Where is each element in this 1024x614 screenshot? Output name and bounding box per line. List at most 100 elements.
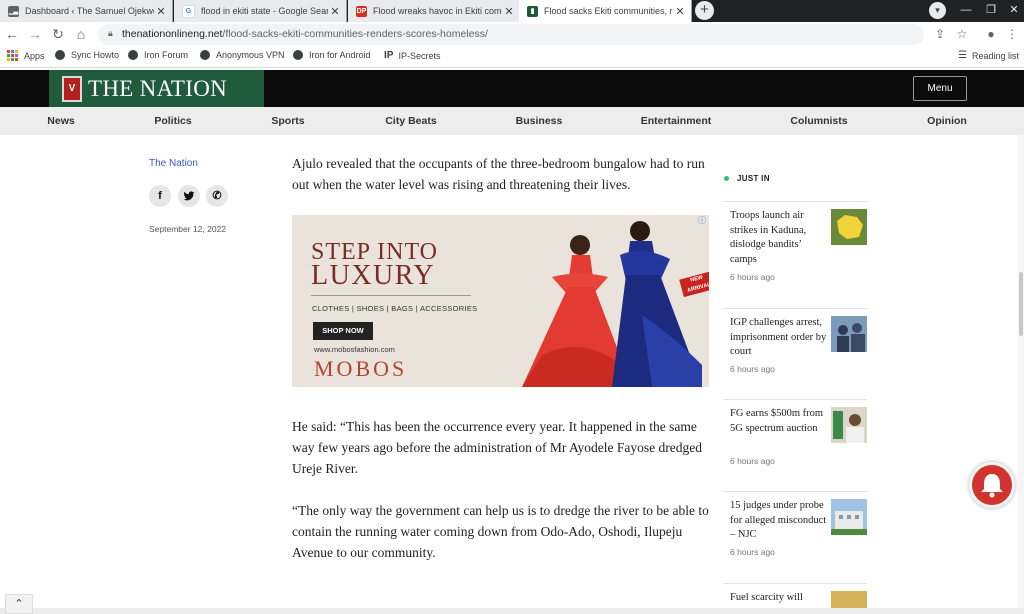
reading-list-icon: ☰	[958, 50, 967, 61]
ad-divider	[311, 295, 471, 296]
police-photo-thumbnail[interactable]	[831, 316, 867, 352]
restore-icon[interactable]: ❐	[980, 0, 1002, 22]
bottom-bar	[0, 608, 1024, 614]
tab-title: Flood wreaks havoc in Ekiti comm	[373, 6, 502, 16]
reading-list-label: Reading list	[971, 50, 1019, 61]
close-tab-icon[interactable]: ✕	[154, 5, 168, 18]
browser-tab-strip: ▁▃ Dashboard ‹ The Samuel Ojekwe ✕ G flo…	[0, 0, 1024, 22]
sidebar-news-title[interactable]: IGP challenges arrest, imprisonment orde…	[730, 316, 828, 360]
url-domain: thenationonlineng.net	[122, 28, 223, 40]
browser-tab[interactable]: DP Flood wreaks havoc in Ekiti comm ✕	[348, 0, 521, 22]
close-tab-icon[interactable]: ✕	[328, 5, 342, 18]
sidebar-news-time: 6 hours ago	[730, 547, 775, 557]
site-logo[interactable]: V THE NATION	[49, 70, 264, 107]
lock-icon: 🔒︎	[108, 28, 113, 38]
scroll-up-chevron-icon[interactable]: ⌃	[5, 594, 33, 614]
map-thumbnail[interactable]	[831, 209, 867, 245]
globe-icon	[128, 50, 138, 60]
page-scrollbar[interactable]	[1018, 135, 1024, 614]
nav-business[interactable]: Business	[516, 115, 563, 127]
shop-now-button[interactable]: SHOP NOW	[313, 322, 373, 340]
logo-text: THE NATION	[88, 75, 228, 101]
tab-search-icon[interactable]: ▾	[929, 2, 946, 19]
sidebar-news-title[interactable]: Troops launch air strikes in Kaduna, dis…	[730, 209, 828, 267]
building-photo-thumbnail[interactable]	[831, 499, 867, 535]
models-illustration	[522, 221, 702, 387]
forward-icon[interactable]: →	[26, 25, 44, 43]
browser-menu-icon[interactable]: ⋮	[1003, 25, 1021, 43]
scrollbar-thumb[interactable]	[1019, 272, 1023, 336]
minimize-icon[interactable]: —	[955, 0, 977, 22]
home-icon[interactable]: ⌂	[72, 25, 90, 43]
bookmark-label: Anonymous VPN	[216, 50, 285, 60]
globe-icon	[293, 50, 303, 60]
tab-title: Flood sacks Ekiti communities, re	[544, 6, 673, 16]
fuel-photo-thumbnail[interactable]	[831, 591, 867, 608]
browser-toolbar: ← → ↻ ⌂ 🔒︎ thenationonlineng.net/flood-s…	[0, 22, 1024, 47]
fashion-advertisement[interactable]: STEP INTO LUXURY CLOTHES | SHOES | BAGS …	[292, 215, 709, 387]
dashboard-favicon-icon: ▁▃	[8, 5, 19, 17]
back-icon[interactable]: ←	[3, 25, 21, 43]
reading-list-button[interactable]: ☰ Reading list	[958, 50, 1019, 61]
browser-tab[interactable]: G flood in ekiti state - Google Sear ✕	[174, 0, 347, 22]
nav-entertainment[interactable]: Entertainment	[641, 115, 712, 127]
browser-tab[interactable]: ▁▃ Dashboard ‹ The Samuel Ojekwe ✕	[0, 0, 173, 22]
bookmark-star-icon[interactable]: ☆	[953, 25, 971, 43]
google-favicon-icon: G	[182, 4, 195, 18]
close-tab-icon[interactable]: ✕	[502, 5, 516, 18]
nav-columnists[interactable]: Columnists	[790, 115, 847, 127]
nav-opinion[interactable]: Opinion	[927, 115, 967, 127]
bookmark-iron-forum[interactable]: Iron Forum	[128, 50, 188, 60]
bookmark-apps[interactable]: Apps	[7, 50, 45, 61]
profile-avatar-icon[interactable]: ●	[982, 25, 1000, 43]
sidebar-divider	[723, 399, 867, 400]
bookmark-label: Sync Howto	[71, 50, 120, 60]
official-photo-thumbnail[interactable]	[831, 407, 867, 443]
close-tab-icon[interactable]: ✕	[673, 5, 687, 18]
whatsapp-icon[interactable]: ✆	[206, 185, 228, 207]
close-window-icon[interactable]: ✕	[1003, 0, 1024, 22]
address-bar[interactable]: 🔒︎ thenationonlineng.net/flood-sacks-eki…	[98, 24, 924, 45]
nav-sports[interactable]: Sports	[271, 115, 304, 127]
ad-headline-2: LUXURY	[311, 260, 436, 291]
nav-politics[interactable]: Politics	[154, 115, 191, 127]
globe-icon	[200, 50, 210, 60]
article-paragraph: He said: “This has been the occurrence e…	[292, 419, 703, 476]
ad-website: www.mobosfashion.com	[314, 345, 395, 354]
bookmark-anonymous-vpn[interactable]: Anonymous VPN	[200, 50, 285, 60]
sidebar-news-time: 6 hours ago	[730, 364, 775, 374]
facebook-icon[interactable]: f	[149, 185, 171, 207]
new-tab-icon[interactable]: +	[695, 1, 714, 20]
browser-tab-active[interactable]: ▮ Flood sacks Ekiti communities, re ✕	[519, 0, 692, 22]
url-text[interactable]: thenationonlineng.net/flood-sacks-ekiti-…	[122, 28, 488, 40]
bookmark-label: IP-Secrets	[398, 50, 441, 61]
dailypost-favicon-icon: DP	[356, 5, 367, 17]
twitter-icon[interactable]	[178, 185, 200, 207]
url-path: /flood-sacks-ekiti-communities-renders-s…	[222, 28, 488, 40]
bookmark-label: Iron Forum	[144, 50, 189, 60]
nav-news[interactable]: News	[47, 115, 74, 127]
article-paragraph: Ajulo revealed that the occupants of the…	[292, 156, 705, 192]
bookmarks-bar: Apps Sync Howto Iron Forum Anonymous VPN…	[0, 47, 1024, 68]
bookmark-sync-howto[interactable]: Sync Howto	[55, 50, 119, 60]
bookmark-iron-android[interactable]: Iron for Android	[293, 50, 371, 60]
sidebar-divider	[723, 201, 867, 202]
share-icon[interactable]: ⇪	[931, 25, 949, 43]
category-nav: News Politics Sports City Beats Business…	[0, 107, 1024, 135]
globe-icon	[55, 50, 65, 60]
sidebar-divider	[723, 491, 867, 492]
author-byline[interactable]: The Nation	[149, 158, 198, 169]
sidebar-news-time: 6 hours ago	[730, 272, 775, 282]
bookmark-ip-secrets[interactable]: IP IP-Secrets	[384, 50, 440, 61]
tab-title: flood in ekiti state - Google Sear	[201, 6, 328, 16]
sidebar-news-title[interactable]: 15 judges under probe for alleged miscon…	[730, 499, 828, 543]
bell-icon	[981, 474, 1003, 498]
sidebar-news-title[interactable]: Fuel scarcity will	[730, 591, 828, 606]
menu-button[interactable]: Menu	[913, 76, 967, 101]
sidebar-news-title[interactable]: FG earns $500m from 5G spectrum auction	[730, 407, 828, 436]
ad-info-icon[interactable]: ⓘ	[698, 215, 708, 225]
reload-icon[interactable]: ↻	[49, 25, 67, 43]
notification-bell-button[interactable]	[969, 462, 1015, 508]
nav-city-beats[interactable]: City Beats	[385, 115, 436, 127]
bookmark-label: Iron for Android	[309, 50, 371, 60]
